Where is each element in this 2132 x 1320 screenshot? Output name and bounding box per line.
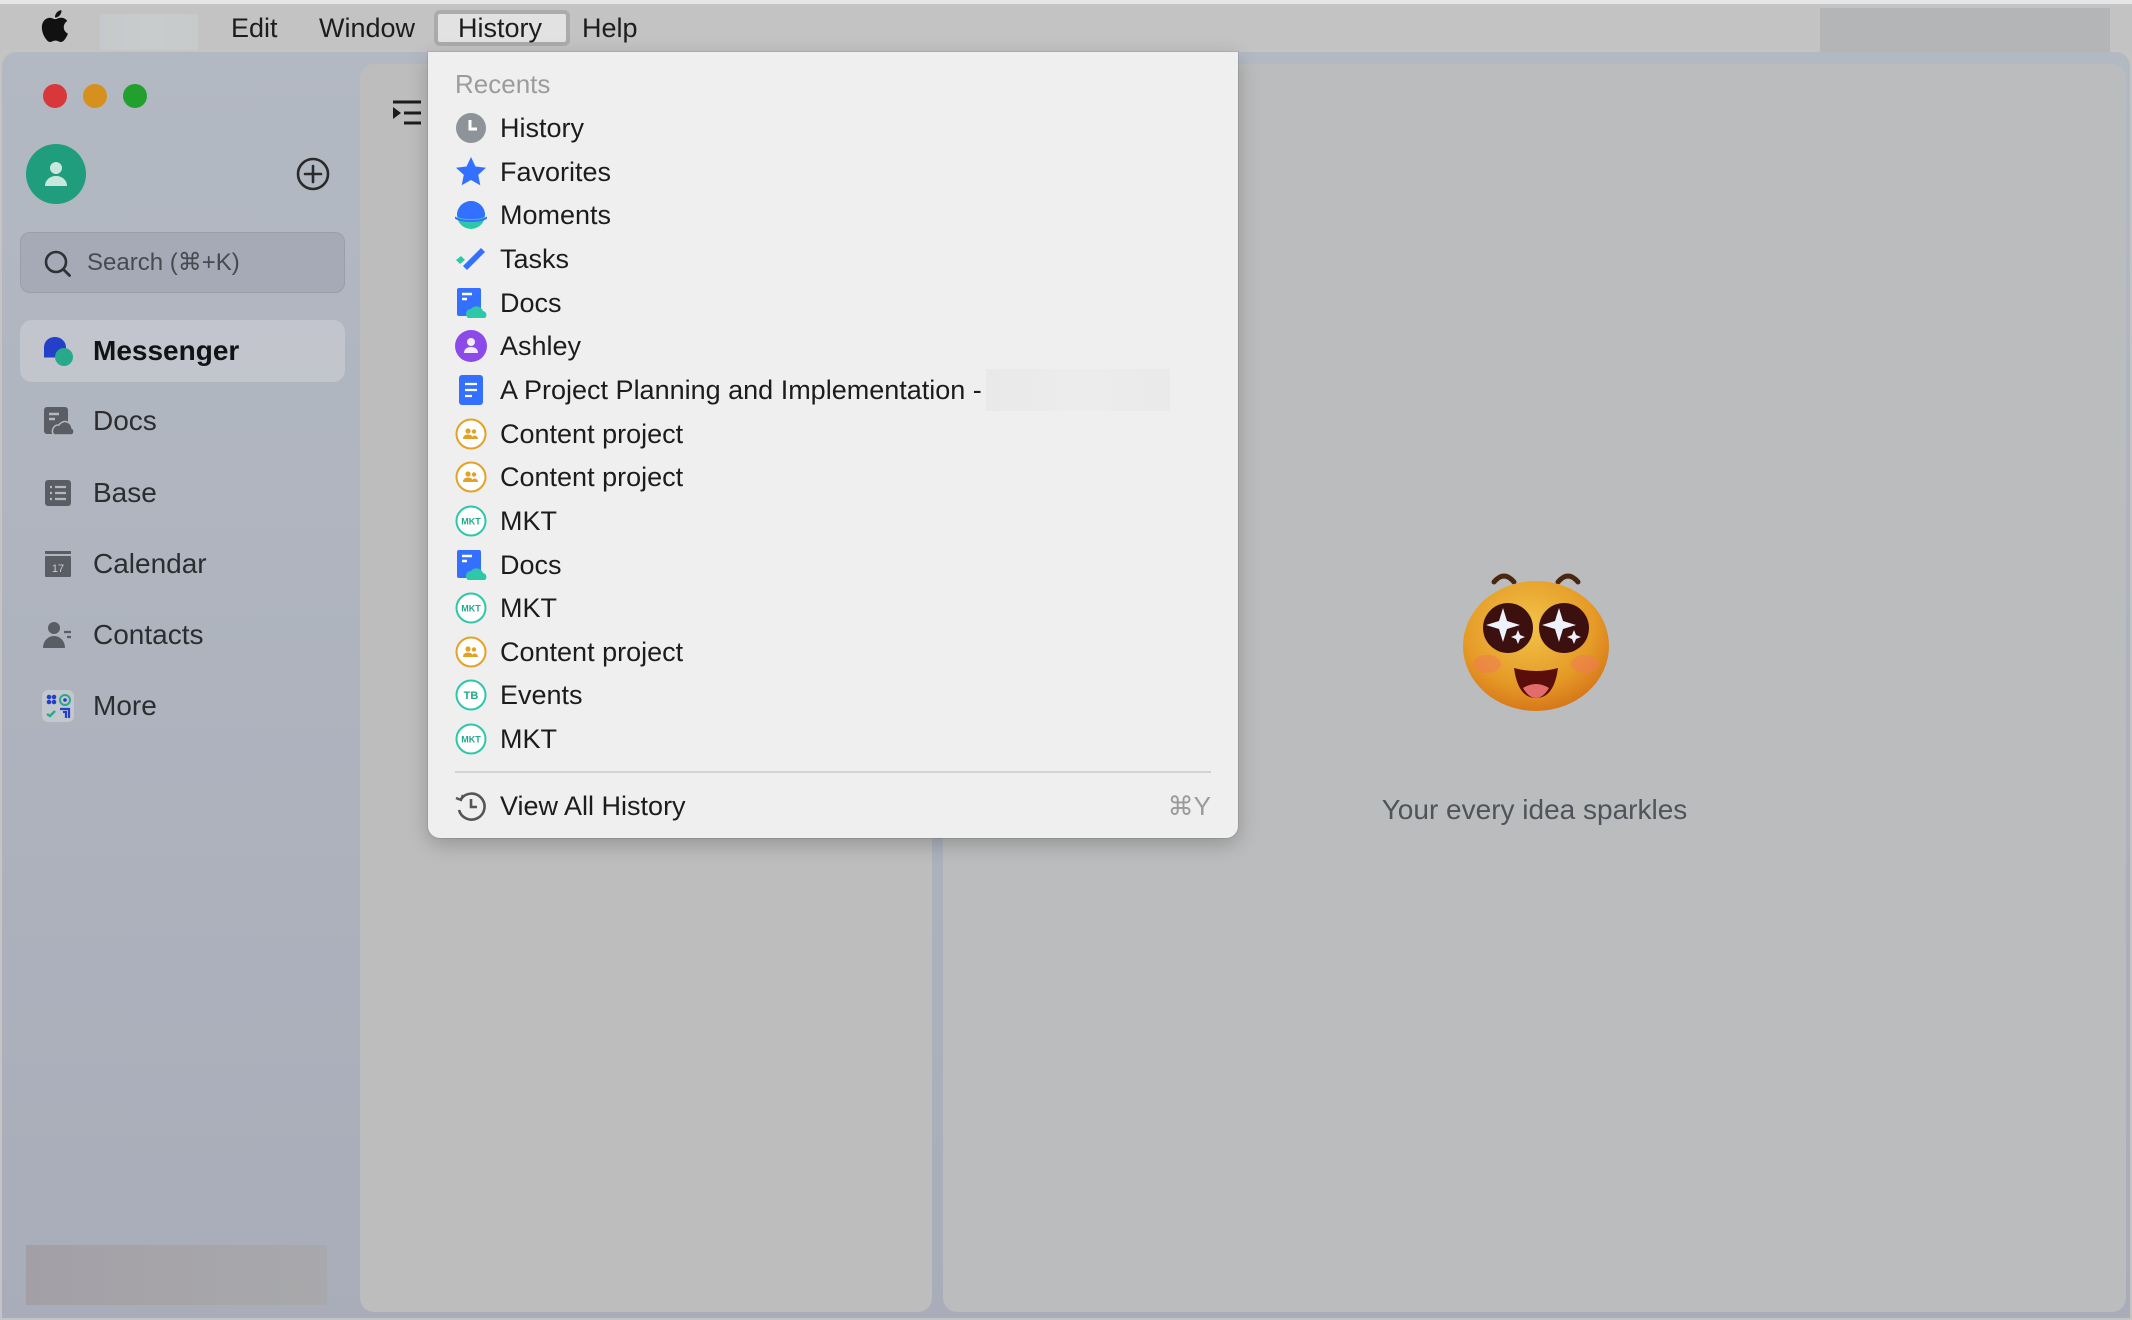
menu-item-docs[interactable]: Docs <box>455 545 1215 585</box>
sidebar-item-label: More <box>93 690 157 721</box>
menu-item-label: Moments <box>500 199 612 230</box>
sidebar-item-messenger[interactable]: Messenger <box>20 320 345 382</box>
docs-icon <box>44 407 74 436</box>
person-icon <box>45 162 67 186</box>
user-avatar-icon <box>455 330 487 362</box>
menu-item-label: Events <box>500 679 583 710</box>
document-icon <box>459 375 483 405</box>
create-new-plus-icon[interactable] <box>295 156 331 192</box>
tb-badge-icon: TB <box>455 679 487 711</box>
history-menu: Recents History Favorites Moments Tasks <box>428 52 1238 838</box>
menu-history[interactable]: History <box>434 10 570 46</box>
recents-section-label: Recents <box>455 69 551 99</box>
sidebar-item-label: Contacts <box>93 619 204 650</box>
sidebar-footer-redacted <box>26 1245 327 1305</box>
menu-item-label: A Project Planning and Implementation - <box>500 374 982 405</box>
menu-item-label: History <box>500 112 585 143</box>
svg-text:MKT: MKT <box>461 735 481 745</box>
svg-text:TB: TB <box>464 690 479 702</box>
svg-text:MKT: MKT <box>461 604 481 614</box>
menu-item-tasks[interactable]: Tasks <box>455 239 1215 279</box>
menu-item-label: Content project <box>500 636 684 667</box>
user-avatar[interactable] <box>26 144 86 204</box>
menu-window[interactable]: Window <box>307 10 427 46</box>
redacted-title-suffix <box>985 369 1170 411</box>
view-all-history-button[interactable]: View All History ⌘Y <box>455 786 1211 826</box>
menu-item-label: Content project <box>500 461 684 492</box>
menu-item-history[interactable]: History <box>455 108 1215 148</box>
messenger-icon <box>44 337 73 366</box>
menu-separator <box>455 771 1211 773</box>
calendar-date: 17 <box>52 563 64 575</box>
mkt-badge-icon: MKT <box>455 723 487 755</box>
history-icon <box>455 792 486 821</box>
docs-icon <box>457 288 487 318</box>
clock-icon <box>456 113 486 143</box>
menu-item-label: MKT <box>500 592 557 623</box>
more-apps-icon <box>42 690 74 722</box>
search-input[interactable]: Search (⌘+K) <box>20 232 345 293</box>
app-name-redacted[interactable] <box>100 14 198 50</box>
menu-item-mkt[interactable]: MKT MKT <box>455 501 1215 541</box>
menu-item-label: Favorites <box>500 156 612 187</box>
menu-item-label: Content project <box>500 418 684 449</box>
menu-item-label: Tasks <box>500 243 570 274</box>
calendar-icon: 17 <box>45 551 71 577</box>
menu-item-mkt[interactable]: MKT MKT <box>455 588 1215 628</box>
sidebar-item-base[interactable]: Base <box>20 462 345 524</box>
sidebar-item-label: Docs <box>93 405 157 436</box>
menu-help[interactable]: Help <box>570 10 650 46</box>
menu-item-project-planning[interactable]: A Project Planning and Implementation - <box>455 369 1215 411</box>
menu-item-events[interactable]: TB Events <box>455 675 1215 715</box>
sidebar-item-label: Base <box>93 477 157 508</box>
mkt-badge-icon: MKT <box>455 505 487 537</box>
star-icon <box>456 157 486 186</box>
sparkle-eyes-emoji-icon <box>1463 573 1609 711</box>
docs-icon <box>457 550 487 580</box>
menu-item-label: MKT <box>500 505 557 536</box>
menu-bar: Edit Window History Help <box>0 0 2132 64</box>
menu-edit[interactable]: Edit <box>219 10 290 46</box>
sidebar-item-contacts[interactable]: Contacts <box>20 604 345 666</box>
sidebar-item-docs[interactable]: Docs <box>20 390 345 452</box>
menu-item-label: View All History <box>500 790 686 821</box>
sidebar-item-label: Calendar <box>93 548 207 579</box>
close-window-button[interactable] <box>43 84 67 108</box>
zoom-window-button[interactable] <box>123 84 147 108</box>
base-icon <box>45 480 71 506</box>
apple-logo-icon[interactable] <box>38 8 70 44</box>
contacts-icon <box>43 622 71 648</box>
menu-item-content-project[interactable]: Content project <box>455 457 1215 497</box>
mkt-badge-icon: MKT <box>455 592 487 624</box>
minimize-window-button[interactable] <box>83 84 107 108</box>
search-icon <box>44 250 71 277</box>
sidebar-item-calendar[interactable]: 17 Calendar <box>20 533 345 595</box>
menu-item-label: Docs <box>500 287 562 318</box>
menu-item-label: MKT <box>500 723 557 754</box>
menu-item-ashley[interactable]: Ashley <box>455 326 1215 366</box>
menu-item-label: Docs <box>500 549 562 580</box>
sidebar-item-label: Messenger <box>93 335 240 366</box>
moments-icon <box>455 201 487 229</box>
menu-item-moments[interactable]: Moments <box>455 195 1215 235</box>
tasks-icon <box>456 248 485 270</box>
expand-sidebar-icon[interactable] <box>390 98 424 128</box>
group-chat-icon <box>455 636 487 668</box>
svg-text:MKT: MKT <box>461 517 481 527</box>
keyboard-shortcut: ⌘Y <box>1167 790 1211 821</box>
menu-item-content-project[interactable]: Content project <box>455 414 1215 454</box>
group-chat-icon <box>455 418 487 450</box>
menu-item-docs[interactable]: Docs <box>455 283 1215 323</box>
menu-item-mkt[interactable]: MKT MKT <box>455 719 1215 759</box>
group-chat-icon <box>455 461 487 493</box>
sidebar-item-more[interactable]: More <box>20 675 345 737</box>
menu-item-label: Ashley <box>500 330 582 361</box>
menu-item-favorites[interactable]: Favorites <box>455 152 1215 192</box>
search-placeholder: Search (⌘+K) <box>87 249 240 276</box>
menu-item-content-project[interactable]: Content project <box>455 632 1215 672</box>
